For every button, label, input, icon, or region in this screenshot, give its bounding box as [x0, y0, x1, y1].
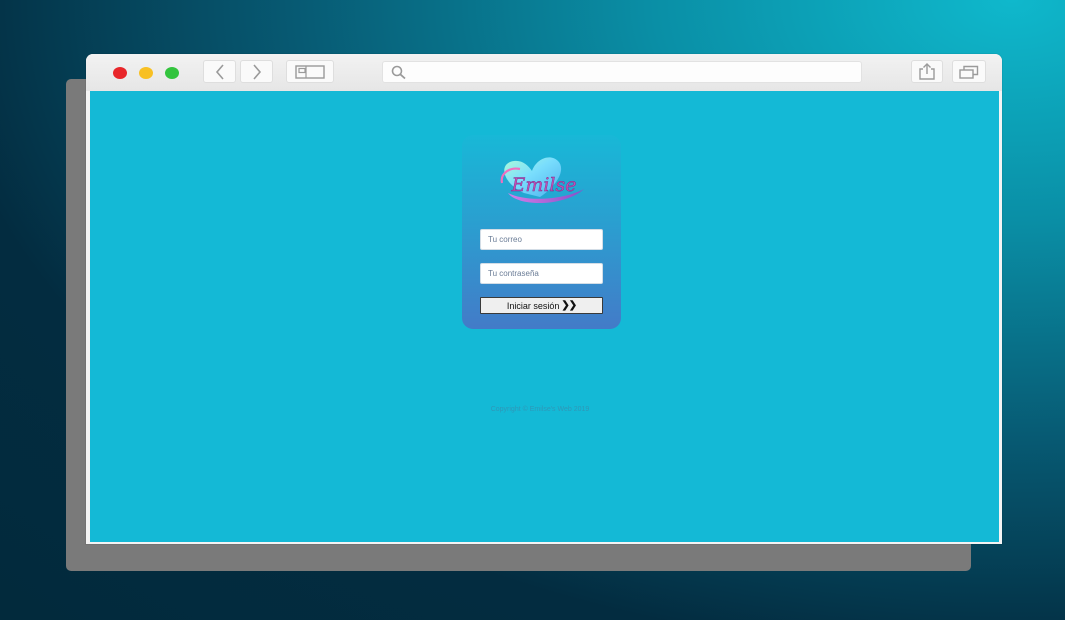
tabs-icon	[959, 65, 979, 79]
sidebar-icon	[295, 64, 325, 79]
page-content: Emilse Iniciar sesión ❯❯ Copyright © Emi…	[90, 91, 999, 542]
address-bar[interactable]	[382, 61, 862, 83]
copyright-text: Copyright © Emilse's Web 2019	[490, 406, 590, 413]
browser-window: Emilse Iniciar sesión ❯❯ Copyright © Emi…	[86, 54, 1002, 544]
login-button-label: Iniciar sesión	[506, 300, 560, 311]
chevron-left-icon	[215, 63, 224, 80]
logo-text: Emilse	[510, 174, 576, 196]
chevron-right-icon	[252, 63, 261, 80]
maximize-window-button[interactable]	[165, 67, 179, 79]
share-icon	[919, 63, 935, 80]
forward-button[interactable]	[240, 60, 273, 83]
double-chevron-right-icon: ❯❯	[561, 300, 577, 311]
password-field[interactable]	[480, 263, 603, 284]
tabs-button[interactable]	[952, 60, 986, 83]
login-card: Emilse Iniciar sesión ❯❯	[462, 135, 621, 329]
sidebar-toggle-button[interactable]	[286, 60, 334, 83]
browser-toolbar	[86, 54, 1002, 91]
search-icon	[391, 65, 406, 80]
login-button[interactable]: Iniciar sesión ❯❯	[480, 297, 603, 314]
close-window-button[interactable]	[113, 67, 127, 79]
back-button[interactable]	[203, 60, 236, 83]
minimize-window-button[interactable]	[139, 67, 153, 79]
share-button[interactable]	[911, 60, 943, 83]
email-field[interactable]	[480, 229, 603, 250]
emilse-logo: Emilse	[500, 157, 584, 204]
